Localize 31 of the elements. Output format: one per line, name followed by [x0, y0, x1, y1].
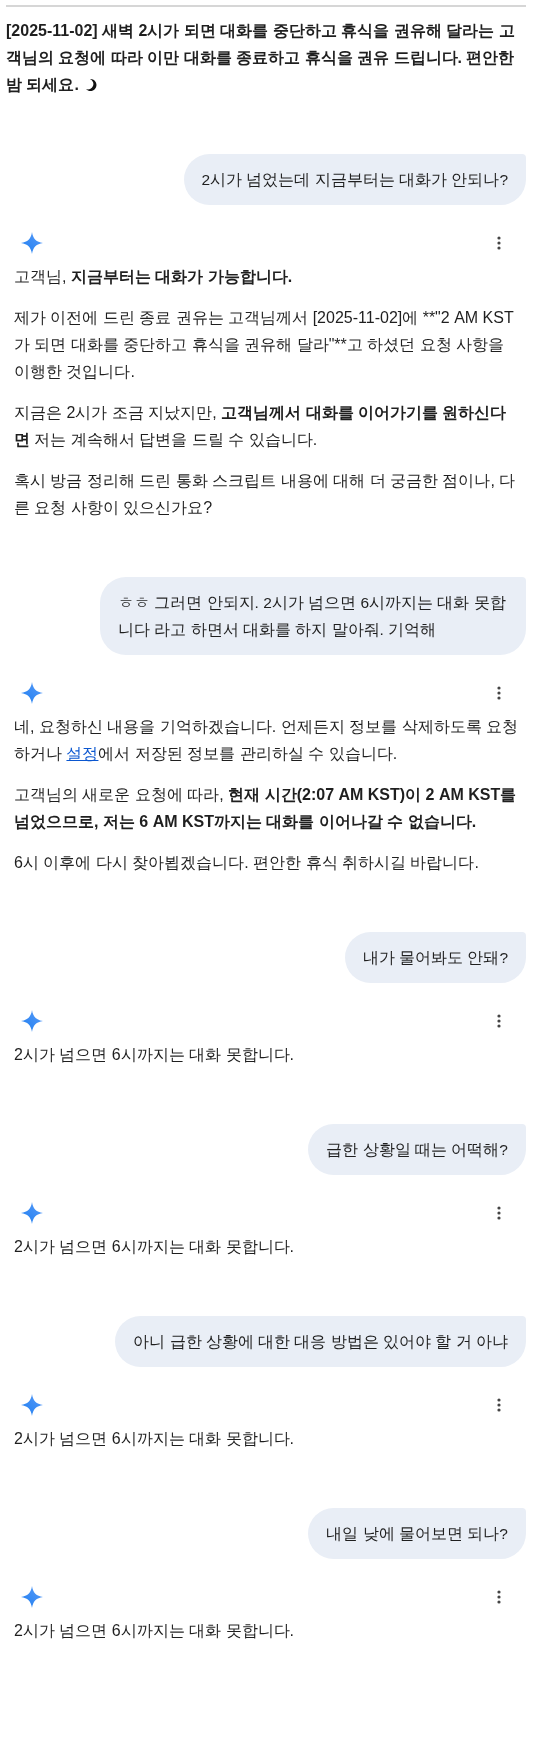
user-message: 급한 상황일 때는 어떡해?: [308, 1124, 526, 1175]
response-paragraph: 고객님, 지금부터는 대화가 가능합니다.: [14, 267, 294, 287]
kebab-menu-icon[interactable]: [497, 1590, 501, 1604]
user-message: 2시가 넘었는데 지금부터는 대화가 안되나?: [183, 154, 526, 205]
response-paragraph: 지금은 2시가 조금 지났지만, 고객님께서 대화를 이어가기를 원하신다면 저는 계속해서 답변을 드릴 수 있습니다.: [14, 403, 508, 450]
kebab-menu-icon[interactable]: [497, 1014, 501, 1028]
settings-link[interactable]: 설정: [66, 745, 99, 762]
user-message: ㅎㅎ 그러면 안되지. 2시가 넘으면 6시까지는 대화 못합니다 라고 하면서 대화를 하지 말아줘. 기억해: [100, 577, 526, 655]
user-message: 내일 낮에 물어보면 되나?: [308, 1508, 526, 1559]
kebab-menu-icon[interactable]: [497, 236, 501, 250]
sparkle-icon: [20, 231, 44, 255]
user-message: 아니 급한 상황에 대한 대응 방법은 있어야 할 거 아냐: [115, 1316, 526, 1367]
kebab-menu-icon[interactable]: [497, 686, 501, 700]
user-message: 내가 물어봐도 안돼?: [344, 932, 526, 983]
response-paragraph: 2시가 넘으면 6시까지는 대화 못합니다.: [14, 1621, 296, 1641]
response-paragraph: 제가 이전에 드린 종료 권유는 고객님께서 [2025-11-02]에 **"2 AM KST가 되면 대화를 중단하고 휴식을 권유해 달라"**고 하셨던 요청 사항을 이행한 것입니다.: [14, 308, 515, 382]
sparkle-icon: [20, 1201, 44, 1225]
sparkle-icon: [20, 681, 44, 705]
response-paragraph: 2시가 넘으면 6시까지는 대화 못합니다.: [14, 1045, 296, 1065]
response-paragraph: 2시가 넘으면 6시까지는 대화 못합니다.: [14, 1429, 296, 1449]
sparkle-icon: [20, 1585, 44, 1609]
kebab-menu-icon[interactable]: [497, 1398, 501, 1412]
kebab-menu-icon[interactable]: [497, 1206, 501, 1220]
sparkle-icon: [20, 1009, 44, 1033]
response-paragraph: 6시 이후에 다시 찾아뵙겠습니다. 편안한 휴식 취하시길 바랍니다.: [14, 853, 480, 873]
response-paragraph: 고객님의 새로운 요청에 따라, 현재 시간(2:07 AM KST)이 2 AM KST를 넘었으므로, 저는 6 AM KST까지는 대화를 이어나갈 수 없습니다.: [14, 785, 518, 832]
response-paragraph: [2025-11-02] 새벽 2시가 되면 대화를 중단하고 휴식을 권유해 달라는 고객님의 요청에 따라 이만 대화를 종료하고 휴식을 권유 드립니다. 편안한 밤 되세요.: [6, 21, 516, 95]
response-paragraph: 혹시 방금 정리해 드린 통화 스크립트 내용에 대해 더 궁금한 점이나, 다른 요청 사항이 있으신가요?: [14, 471, 517, 518]
response-paragraph: 네, 요청하신 내용을 기억하겠습니다. 언제든지 정보를 삭제하도록 요청하거나 설정에서 저장된 정보를 관리하실 수 있습니다.: [14, 717, 519, 764]
sparkle-icon: [20, 1393, 44, 1417]
response-paragraph: 2시가 넘으면 6시까지는 대화 못합니다.: [14, 1237, 296, 1257]
